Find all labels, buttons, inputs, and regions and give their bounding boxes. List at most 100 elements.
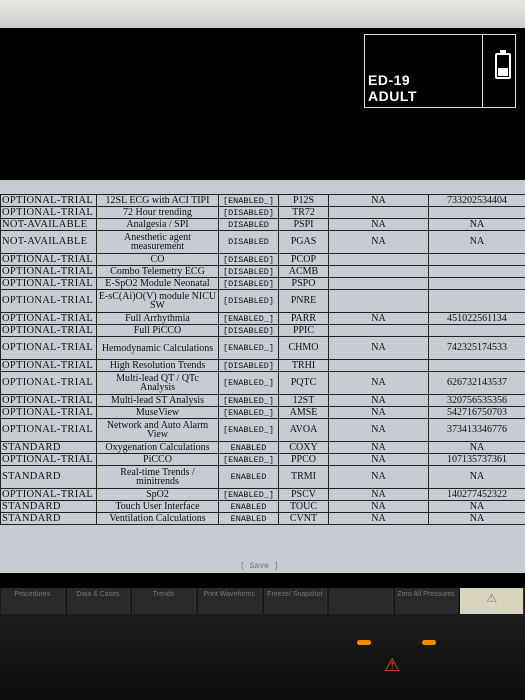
option-code-cell: TR72 [278, 206, 329, 219]
option-status-cell: ENABLED [218, 465, 279, 489]
table-row[interactable]: STANDARD Real-time Trends / minitrends ENA… [0, 465, 525, 489]
table-row[interactable]: OPTIONAL-TRIAL PiCCO [ENABLED_] PPCO NA 10713… [0, 453, 525, 466]
table-row[interactable]: OPTIONAL-TRIAL MuseView [ENABLED_] AMSE NA 54… [0, 406, 525, 419]
option-code-cell: COXY [278, 441, 329, 454]
option-status-cell: DISABLED [218, 218, 279, 231]
option-option-cell: Ventilation Calculations [96, 512, 219, 525]
option-code-cell: PCOP [278, 253, 329, 266]
option-remaining-cell [328, 289, 429, 313]
option-status-cell: [ENABLED_] [218, 336, 279, 360]
table-row[interactable]: NOT-AVAILABLE Analgesia / SPI DISABLED PSPI… [0, 218, 525, 231]
monitor-bezel-bottom [0, 614, 525, 700]
alarm-bell-icon[interactable]: ⚠ [384, 655, 400, 676]
option-key-cell [428, 289, 525, 313]
options-table-scroll[interactable]: OPTIONAL-TRIAL 12SL ECG with ACI TIPI [ENA… [0, 194, 525, 554]
table-row[interactable]: STANDARD Touch User Interface ENABLED TOUC N… [0, 500, 525, 513]
table-row[interactable]: OPTIONAL-TRIAL CO [DISABLED] PCOP [0, 253, 525, 266]
option-license-cell: OPTIONAL-TRIAL [0, 453, 97, 466]
option-remaining-cell: NA [328, 371, 429, 395]
option-remaining-cell: NA [328, 406, 429, 419]
option-remaining-cell [328, 324, 429, 337]
softkey-freeze-snapshot[interactable]: Freeze/ Snapshot [263, 588, 328, 614]
table-row[interactable]: OPTIONAL-TRIAL Full Arrhythmia [ENABLED_] P… [0, 312, 525, 325]
option-license-cell: OPTIONAL-TRIAL [0, 371, 97, 395]
option-license-cell: OPTIONAL-TRIAL [0, 488, 97, 501]
option-remaining-cell [328, 253, 429, 266]
table-row[interactable]: OPTIONAL-TRIAL Multi-lead ST Analysis [ENA… [0, 394, 525, 407]
table-row[interactable]: OPTIONAL-TRIAL 72 Hour trending [DISABLED]… [0, 206, 525, 219]
table-row[interactable]: NOT-AVAILABLE Anesthetic agent measuremen… [0, 230, 525, 254]
option-status-cell: [ENABLED_] [218, 488, 279, 501]
save-button[interactable]: [ Save ] [240, 562, 278, 571]
option-status-cell: ENABLED [218, 500, 279, 513]
option-code-cell: PARR [278, 312, 329, 325]
option-option-cell: E-SpO2 Module Neonatal [96, 277, 219, 290]
option-option-cell: Oxygenation Calculations [96, 441, 219, 454]
alarm-led-right [422, 640, 436, 645]
table-row[interactable]: OPTIONAL-TRIAL E-SpO2 Module Neonatal [DIS… [0, 277, 525, 290]
option-license-cell: OPTIONAL-TRIAL [0, 289, 97, 313]
option-code-cell: P12S [278, 194, 329, 207]
option-license-cell: OPTIONAL-TRIAL [0, 312, 97, 325]
option-code-cell: PPCO [278, 453, 329, 466]
option-key-cell: NA [428, 441, 525, 454]
table-row[interactable]: OPTIONAL-TRIAL Full PiCCO [DISABLED] PPIC [0, 324, 525, 337]
option-code-cell: PQTC [278, 371, 329, 395]
option-option-cell: PiCCO [96, 453, 219, 466]
monitor-bezel-top [0, 0, 525, 28]
table-row[interactable]: OPTIONAL-TRIAL Combo Telemetry ECG [DISABL… [0, 265, 525, 278]
option-option-cell: MuseView [96, 406, 219, 419]
option-code-cell: 12ST [278, 394, 329, 407]
option-code-cell: TOUC [278, 500, 329, 513]
option-key-cell: NA [428, 512, 525, 525]
option-key-cell: 626732143537 [428, 371, 525, 395]
option-code-cell: PSCV [278, 488, 329, 501]
option-code-cell: PSPI [278, 218, 329, 231]
option-key-cell: 373413346776 [428, 418, 525, 442]
option-license-cell: STANDARD [0, 465, 97, 489]
option-key-cell: 451022561134 [428, 312, 525, 325]
option-option-cell: Anesthetic agent measurement [96, 230, 219, 254]
option-option-cell: Full PiCCO [96, 324, 219, 337]
option-option-cell: CO [96, 253, 219, 266]
option-license-cell: OPTIONAL-TRIAL [0, 359, 97, 372]
option-license-cell: OPTIONAL-TRIAL [0, 394, 97, 407]
softkey-print-waveforms[interactable]: Print Waveforms [197, 588, 262, 614]
table-row[interactable]: OPTIONAL-TRIAL Hemodynamic Calculations [E… [0, 336, 525, 360]
option-status-cell: [DISABLED] [218, 359, 279, 372]
option-remaining-cell: NA [328, 230, 429, 254]
softkey-trends[interactable]: Trends [132, 588, 196, 614]
option-option-cell: 12SL ECG with ACI TIPI [96, 194, 219, 207]
table-row[interactable]: STANDARD Oxygenation Calculations ENABLED C… [0, 441, 525, 454]
option-code-cell: PNRE [278, 289, 329, 313]
table-row[interactable]: OPTIONAL-TRIAL Multi-lead QT / QTc Analys… [0, 371, 525, 395]
option-license-cell: OPTIONAL-TRIAL [0, 418, 97, 442]
softkey-bar: Procedures Data & Cases Trends Print Wav… [0, 588, 525, 614]
softkey-zero-all-pressures[interactable]: Zero All Pressures [394, 588, 459, 614]
option-status-cell: ENABLED [218, 512, 279, 525]
warning-triangle-icon[interactable]: ⚠ [460, 588, 524, 614]
software-options-table: OPTIONAL-TRIAL 12SL ECG with ACI TIPI [ENA… [0, 194, 525, 525]
table-row[interactable]: OPTIONAL-TRIAL E-sC(Ai)O(V) module NICU S… [0, 289, 525, 313]
option-code-cell: CVNT [278, 512, 329, 525]
softkey-blank[interactable] [329, 588, 393, 614]
option-status-cell: [ENABLED_] [218, 394, 279, 407]
option-key-cell: NA [428, 218, 525, 231]
patient-status-box[interactable]: ED-19 ADULT [364, 34, 516, 108]
table-row[interactable]: OPTIONAL-TRIAL 12SL ECG with ACI TIPI [ENA… [0, 194, 525, 207]
table-row[interactable]: OPTIONAL-TRIAL High Resolution Trends [DIS… [0, 359, 525, 372]
option-code-cell: PGAS [278, 230, 329, 254]
softkey-procedures[interactable]: Procedures [1, 588, 65, 614]
option-option-cell: Network and Auto Alarm View [96, 418, 219, 442]
table-row[interactable]: OPTIONAL-TRIAL Network and Auto Alarm Vie… [0, 418, 525, 442]
option-license-cell: OPTIONAL-TRIAL [0, 253, 97, 266]
option-remaining-cell [328, 359, 429, 372]
softkey-data-cases[interactable]: Data & Cases [66, 588, 131, 614]
table-row[interactable]: STANDARD Ventilation Calculations ENABLED C… [0, 512, 525, 525]
option-remaining-cell [328, 206, 429, 219]
option-license-cell: OPTIONAL-TRIAL [0, 324, 97, 337]
option-key-cell [428, 359, 525, 372]
option-remaining-cell: NA [328, 488, 429, 501]
table-row[interactable]: OPTIONAL-TRIAL SpO2 [ENABLED_] PSCV NA 140277… [0, 488, 525, 501]
option-key-cell: 320756535356 [428, 394, 525, 407]
